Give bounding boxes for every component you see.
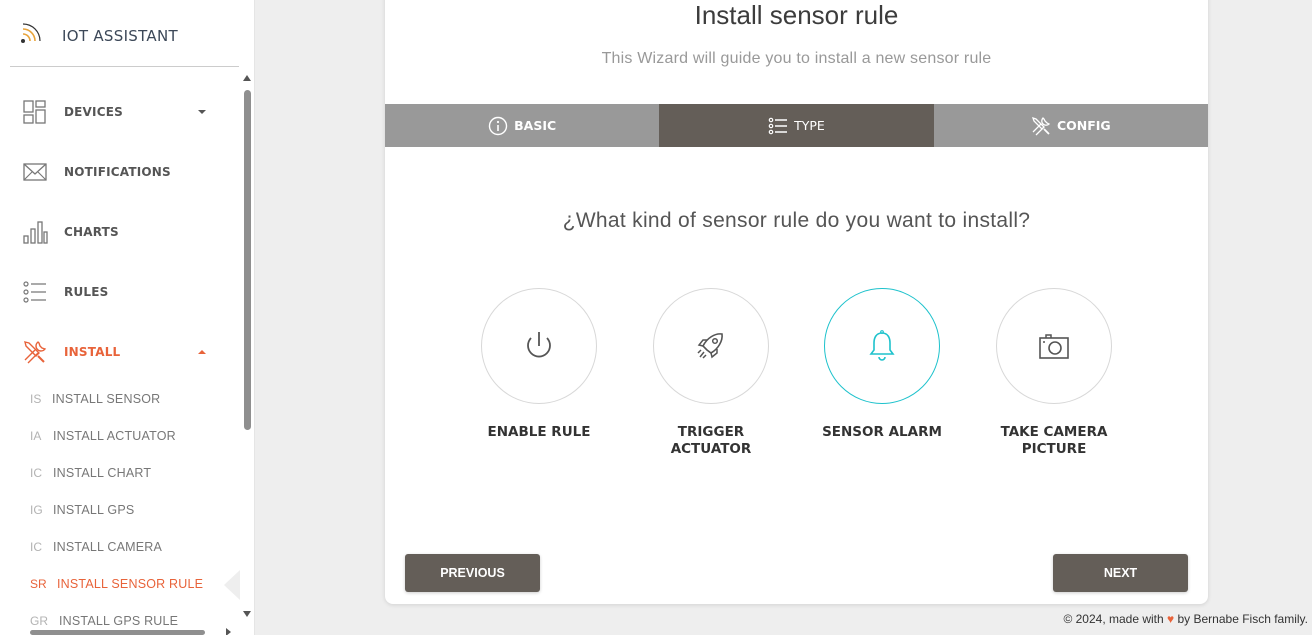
list-icon	[768, 117, 788, 134]
list-icon	[23, 281, 46, 303]
choice-trigger-actuator[interactable]: TRIGGER ACTUATOR	[641, 288, 781, 458]
subitem-abbr: IC	[30, 540, 42, 554]
sidebar-subitem-install-camera[interactable]: IC INSTALL CAMERA	[0, 532, 240, 562]
scroll-up-arrow-icon[interactable]	[243, 75, 251, 81]
sidebar-item-charts[interactable]: CHARTS	[0, 212, 240, 252]
envelope-icon	[23, 163, 47, 181]
signal-logo-icon	[21, 23, 41, 43]
chevron-up-icon	[198, 350, 206, 354]
rocket-icon	[697, 333, 723, 359]
bell-icon	[869, 330, 895, 361]
devices-grid-icon	[23, 100, 46, 124]
subitem-label: INSTALL SENSOR RULE	[57, 577, 204, 591]
wizard-title: Install sensor rule	[694, 0, 899, 30]
choice-circle[interactable]	[653, 288, 769, 404]
sidebar-item-label: RULES	[64, 285, 109, 299]
tab-type[interactable]: TYPE	[659, 104, 934, 147]
tab-config[interactable]: CONFIG	[934, 104, 1208, 147]
sidebar-subitem-install-sensor[interactable]: IS INSTALL SENSOR	[0, 384, 240, 414]
sidebar-subitem-install-sensor-rule[interactable]: SR INSTALL SENSOR RULE	[0, 569, 240, 599]
info-icon	[488, 116, 508, 135]
choice-sensor-alarm[interactable]: SENSOR ALARM	[812, 288, 952, 441]
brand[interactable]: IOT ASSISTANT	[0, 0, 240, 67]
tab-label: TYPE	[794, 118, 825, 133]
next-button[interactable]: NEXT	[1053, 554, 1188, 592]
sidebar-item-notifications[interactable]: NOTIFICATIONS	[0, 152, 240, 192]
choice-label-line2: PICTURE	[1021, 441, 1087, 457]
brand-title: IOT ASSISTANT	[62, 27, 178, 45]
power-icon	[527, 332, 551, 358]
sidebar-subitem-install-chart[interactable]: IC INSTALL CHART	[0, 458, 240, 488]
sidebar: IOT ASSISTANT DEVICES NOTIFICATIONS CHAR…	[0, 0, 255, 635]
sidebar-item-install[interactable]: INSTALL	[0, 332, 240, 372]
sidebar-item-label: NOTIFICATIONS	[64, 165, 171, 179]
choice-label: SENSOR ALARM	[812, 424, 952, 441]
choice-label-line1: TAKE CAMERA	[1000, 424, 1108, 440]
choice-label: TAKE CAMERA PICTURE	[984, 424, 1124, 458]
camera-icon	[1039, 334, 1069, 359]
previous-button[interactable]: PREVIOUS	[405, 554, 540, 592]
choice-circle[interactable]	[824, 288, 940, 404]
active-indicator	[224, 570, 240, 600]
wizard-question: ¿What kind of sensor rule do you want to…	[562, 209, 1031, 232]
subitem-abbr: GR	[30, 614, 48, 628]
choice-enable-rule[interactable]: ENABLE RULE	[469, 288, 609, 441]
tools-icon	[24, 341, 47, 364]
heart-icon: ♥	[1167, 612, 1175, 626]
choice-label-line1: TRIGGER	[677, 424, 745, 440]
sidebar-scrollbar-thumb[interactable]	[244, 90, 251, 430]
subitem-label: INSTALL SENSOR	[52, 392, 161, 406]
sidebar-item-label: DEVICES	[64, 105, 123, 119]
subitem-abbr: IC	[30, 466, 42, 480]
subitem-abbr: SR	[30, 577, 47, 591]
tab-label: CONFIG	[1056, 118, 1111, 133]
choice-label-line1: ENABLE RULE	[487, 424, 591, 440]
footer-prefix: © 2024, made with	[1063, 612, 1164, 626]
subitem-label: INSTALL CAMERA	[53, 540, 163, 554]
subitem-abbr: IA	[30, 429, 42, 443]
subitem-label: INSTALL GPS RULE	[59, 614, 179, 628]
sidebar-item-label: CHARTS	[64, 225, 119, 239]
scroll-down-arrow-icon[interactable]	[243, 611, 251, 617]
subitem-label: INSTALL GPS	[53, 503, 135, 517]
wizard-tabs: BASIC TYPE CONFIG	[385, 104, 1208, 147]
footer: © 2024, made with ♥ by Bernabe Fisch fam…	[1063, 612, 1308, 626]
footer-suffix: by Bernabe Fisch family.	[1177, 612, 1309, 626]
wizard-card: Install sensor rule This Wizard will gui…	[385, 0, 1208, 604]
subitem-label: INSTALL CHART	[53, 466, 152, 480]
sidebar-subitem-install-gps[interactable]: IG INSTALL GPS	[0, 495, 240, 525]
choice-label-line1: SENSOR ALARM	[822, 424, 942, 440]
horizontal-scrollbar-thumb[interactable]	[30, 630, 205, 635]
sidebar-item-label: INSTALL	[64, 345, 121, 359]
choice-circle[interactable]	[481, 288, 597, 404]
sidebar-item-devices[interactable]: DEVICES	[0, 92, 240, 132]
subitem-abbr: IG	[30, 503, 43, 517]
choice-label: ENABLE RULE	[469, 424, 609, 441]
wizard-subtitle: This Wizard will guide you to install a …	[601, 50, 992, 67]
tools-icon	[1031, 116, 1051, 135]
subitem-abbr: IS	[30, 392, 42, 406]
tab-label: BASIC	[514, 118, 557, 133]
bar-chart-icon	[23, 221, 48, 244]
choice-circle[interactable]	[996, 288, 1112, 404]
choice-label-line2: ACTUATOR	[670, 441, 752, 457]
scroll-right-arrow-icon[interactable]	[226, 628, 231, 635]
chevron-down-icon	[198, 110, 206, 114]
brand-divider	[10, 66, 239, 67]
tab-basic[interactable]: BASIC	[385, 104, 659, 147]
sidebar-subitem-install-actuator[interactable]: IA INSTALL ACTUATOR	[0, 421, 240, 451]
choice-take-camera-picture[interactable]: TAKE CAMERA PICTURE	[984, 288, 1124, 458]
sidebar-item-rules[interactable]: RULES	[0, 272, 240, 312]
subitem-label: INSTALL ACTUATOR	[53, 429, 176, 443]
choice-label: TRIGGER ACTUATOR	[641, 424, 781, 458]
